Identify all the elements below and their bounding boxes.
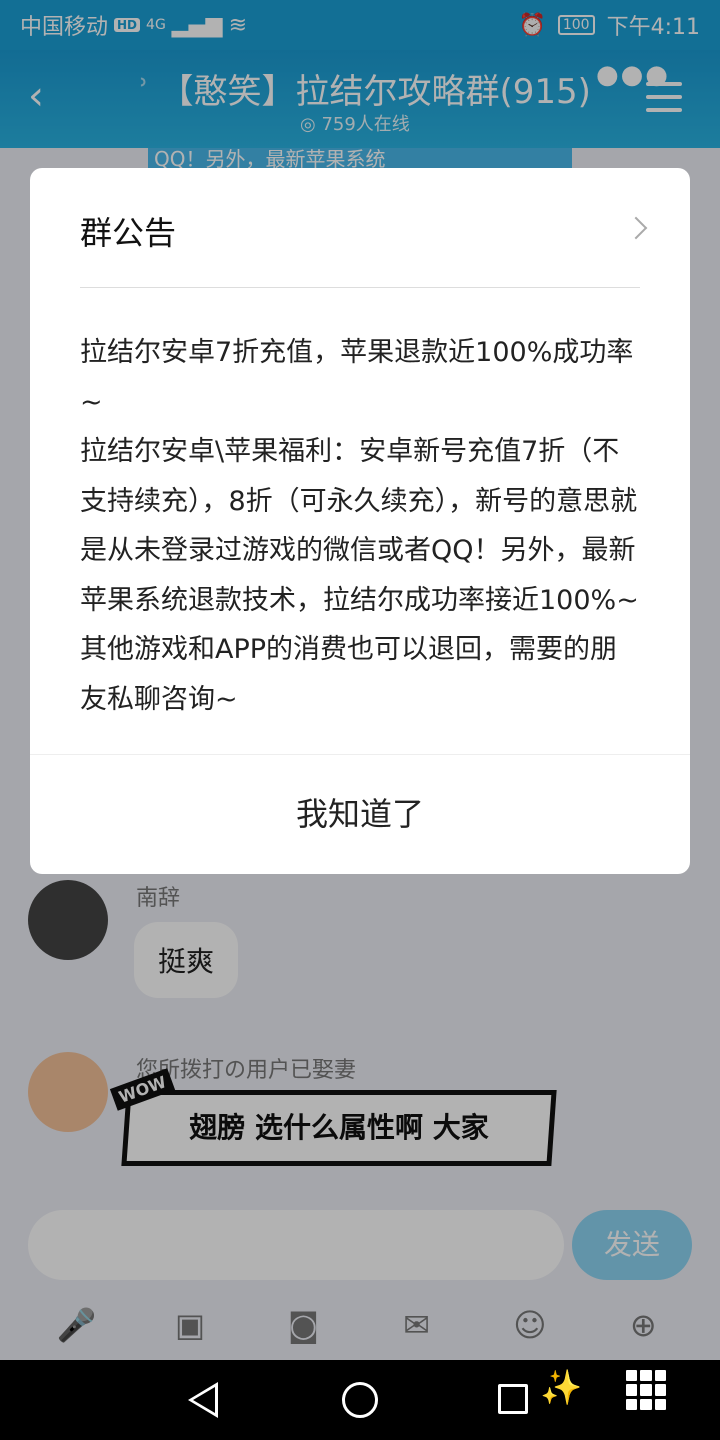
announcement-text: 拉结尔安卓7折充值，苹果退款近100%成功率~ 拉结尔安卓\苹果福利：安卓新号充… xyxy=(80,337,639,715)
system-nav-bar: ✨ xyxy=(0,1360,720,1440)
chevron-right-icon[interactable] xyxy=(624,216,648,240)
group-announcement-dialog: 群公告 拉结尔安卓7折充值，苹果退款近100%成功率~ 拉结尔安卓\苹果福利：安… xyxy=(30,168,690,874)
grid-icon[interactable] xyxy=(626,1370,666,1410)
magic-wand-icon[interactable]: ✨ xyxy=(540,1368,582,1408)
divider xyxy=(80,287,640,288)
nav-home-icon[interactable] xyxy=(342,1382,378,1418)
nav-back-icon[interactable] xyxy=(188,1382,218,1418)
dialog-title[interactable]: 群公告 xyxy=(80,208,176,254)
acknowledge-button[interactable]: 我知道了 xyxy=(30,755,690,874)
nav-recents-icon[interactable] xyxy=(498,1384,528,1414)
